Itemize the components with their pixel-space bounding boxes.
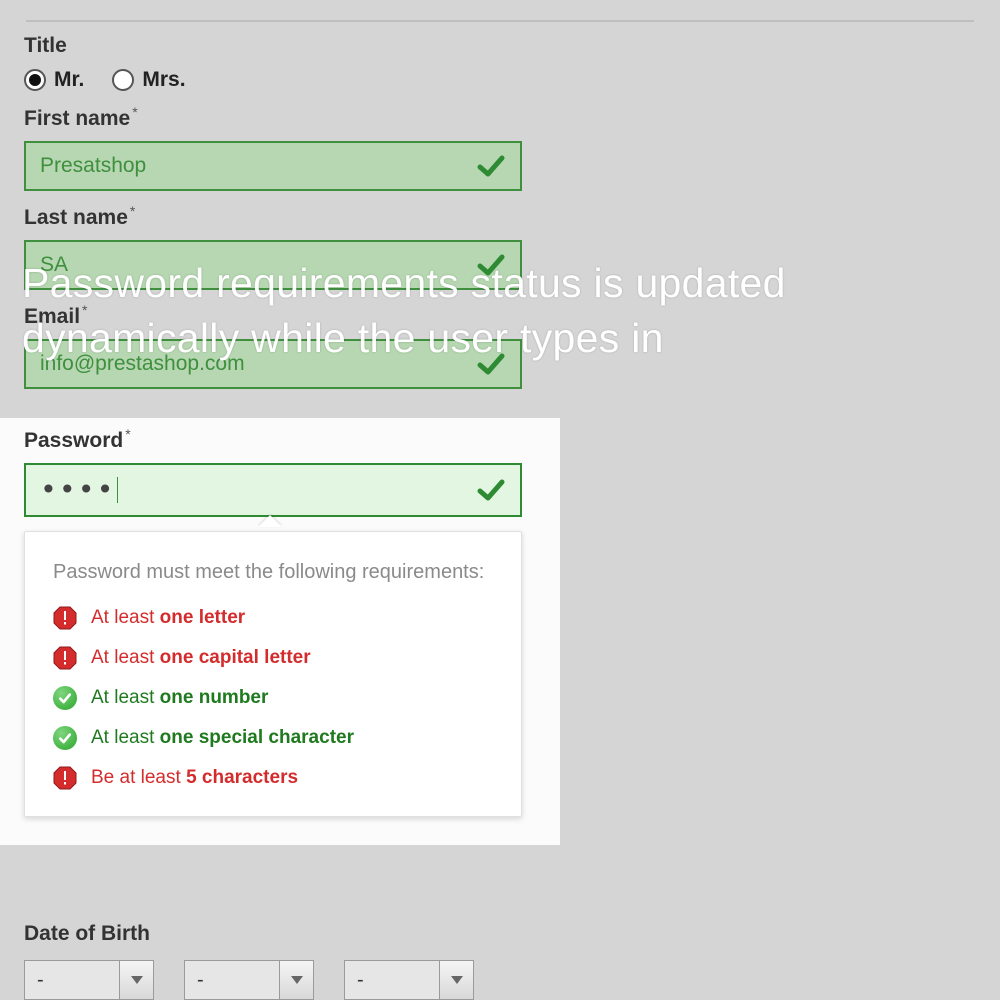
password-label: Password*: [24, 426, 536, 453]
radio-mrs[interactable]: Mrs.: [112, 68, 185, 92]
radio-icon: [24, 69, 46, 91]
requirement-text: At least one letter: [91, 607, 245, 629]
chevron-down-icon: [279, 961, 313, 999]
check-icon: [476, 151, 506, 181]
password-section: Password* •••• Password must meet the fo…: [0, 418, 560, 845]
dob-section: Date of Birth - - -: [24, 922, 474, 1000]
dob-year-value: -: [345, 969, 439, 992]
requirement-text: At least one special character: [91, 727, 354, 749]
chevron-down-icon: [119, 961, 153, 999]
requirement-text: At least one number: [91, 687, 268, 709]
title-radio-group: Mr. Mrs.: [24, 68, 976, 92]
error-icon: [53, 646, 77, 670]
requirement-item: At least one number: [53, 686, 493, 710]
first-name-input[interactable]: Presatshop: [24, 141, 522, 191]
tooltip-arrow-icon: [258, 515, 282, 527]
first-name-value: Presatshop: [40, 154, 476, 178]
divider: [26, 20, 974, 22]
dob-month-select[interactable]: -: [184, 960, 314, 1000]
requirement-item: At least one letter: [53, 606, 493, 630]
radio-mr[interactable]: Mr.: [24, 68, 84, 92]
check-icon: [476, 475, 506, 505]
dob-year-select[interactable]: -: [344, 960, 474, 1000]
dob-day-select[interactable]: -: [24, 960, 154, 1000]
first-name-label: First name*: [24, 104, 976, 131]
chevron-down-icon: [439, 961, 473, 999]
requirement-item: At least one capital letter: [53, 646, 493, 670]
radio-icon: [112, 69, 134, 91]
error-icon: [53, 606, 77, 630]
password-requirements-tooltip: Password must meet the following require…: [24, 531, 522, 817]
requirement-item: At least one special character: [53, 726, 493, 750]
last-name-label: Last name*: [24, 203, 976, 230]
success-icon: [53, 726, 77, 750]
dob-label: Date of Birth: [24, 922, 474, 946]
text-caret: [117, 477, 118, 503]
requirements-title: Password must meet the following require…: [53, 558, 493, 586]
requirement-item: Be at least 5 characters: [53, 766, 493, 790]
password-input[interactable]: ••••: [24, 463, 522, 517]
error-icon: [53, 766, 77, 790]
title-label: Title: [24, 34, 976, 58]
password-value: ••••: [40, 476, 115, 504]
requirement-text: Be at least 5 characters: [91, 767, 298, 789]
dob-selects: - - -: [24, 960, 474, 1000]
overlay-caption: Password requirements status is updated …: [22, 256, 1000, 367]
dob-month-value: -: [185, 969, 279, 992]
radio-mrs-label: Mrs.: [142, 68, 185, 92]
requirement-text: At least one capital letter: [91, 647, 311, 669]
success-icon: [53, 686, 77, 710]
dob-day-value: -: [25, 969, 119, 992]
radio-mr-label: Mr.: [54, 68, 84, 92]
